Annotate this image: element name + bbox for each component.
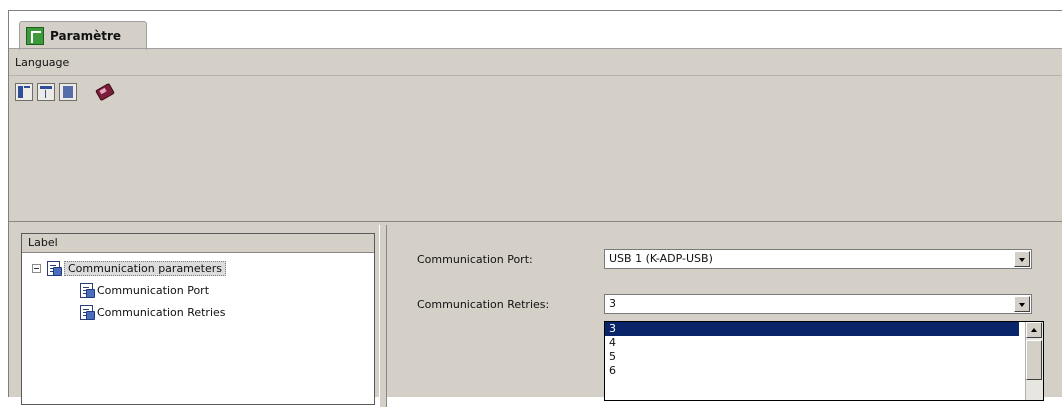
tree-item-communication-retries[interactable]: Communication Retries bbox=[78, 302, 226, 322]
pane-divider bbox=[9, 221, 1062, 222]
eraser-icon[interactable] bbox=[93, 83, 115, 101]
parameter-icon bbox=[78, 304, 95, 320]
dropdown-option[interactable]: 3 bbox=[605, 322, 1019, 336]
tree-item-label: Communication Retries bbox=[97, 305, 226, 319]
tree-item-communication-port[interactable]: Communication Port bbox=[78, 280, 209, 300]
tree-header: Label bbox=[22, 234, 374, 253]
dropdown-option[interactable]: 6 bbox=[605, 364, 1019, 378]
communication-retries-select[interactable]: 3 bbox=[604, 294, 1032, 314]
scroll-up-icon[interactable] bbox=[1026, 322, 1042, 338]
communication-retries-label: Communication Retries: bbox=[417, 298, 550, 311]
tree-panel: Label Communication parameters Communica… bbox=[21, 233, 375, 405]
parameter-icon bbox=[78, 282, 95, 298]
chevron-down-icon[interactable] bbox=[1014, 251, 1030, 267]
tree-item-label: Communication parameters bbox=[64, 260, 226, 276]
communication-port-select[interactable]: USB 1 (K-ADP-USB) bbox=[604, 249, 1032, 269]
communication-port-value: USB 1 (K-ADP-USB) bbox=[609, 252, 713, 265]
tab-divider bbox=[9, 48, 1062, 49]
layout-right-icon[interactable] bbox=[59, 83, 77, 101]
tree-item-label: Communication Port bbox=[97, 283, 210, 297]
layout-left-icon[interactable] bbox=[15, 83, 33, 101]
folder-icon bbox=[45, 260, 62, 276]
menu-bar: Language bbox=[9, 51, 1062, 76]
dropdown-option[interactable]: 5 bbox=[605, 350, 1019, 364]
tree-item-communication-parameters[interactable]: Communication parameters bbox=[32, 258, 226, 278]
tab-parametre[interactable]: Paramètre bbox=[19, 21, 147, 50]
parameter-window: Paramètre Language Label Communication p… bbox=[8, 10, 1062, 407]
layout-top-icon[interactable] bbox=[37, 83, 55, 101]
tab-label: Paramètre bbox=[50, 29, 122, 43]
pane-splitter[interactable] bbox=[379, 225, 387, 407]
toolbar bbox=[15, 81, 115, 103]
app-icon bbox=[26, 27, 44, 45]
chevron-down-icon[interactable] bbox=[1014, 296, 1030, 312]
collapse-icon[interactable] bbox=[32, 263, 41, 273]
scrollbar-thumb[interactable] bbox=[1026, 340, 1042, 380]
communication-retries-value: 3 bbox=[609, 297, 616, 310]
tab-bar: Paramètre bbox=[9, 11, 1062, 50]
menu-language[interactable]: Language bbox=[15, 56, 69, 69]
dropdown-option[interactable]: 4 bbox=[605, 336, 1019, 350]
retries-dropdown-list: 3 4 5 6 bbox=[604, 321, 1044, 401]
dropdown-scrollbar[interactable] bbox=[1025, 322, 1043, 400]
communication-port-label: Communication Port: bbox=[417, 253, 533, 266]
